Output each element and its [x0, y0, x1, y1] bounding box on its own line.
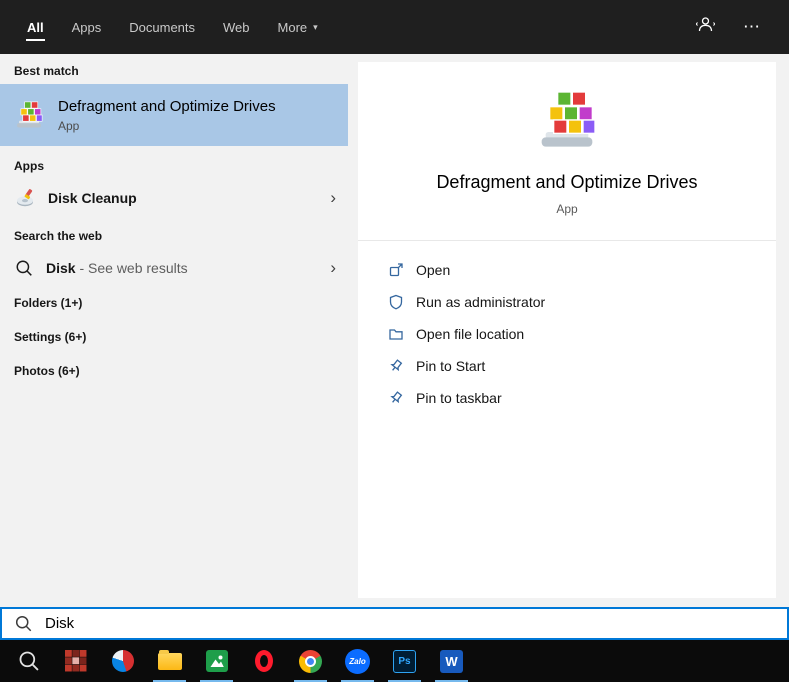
- taskbar-chrome[interactable]: [287, 640, 334, 682]
- action-open-file-location-label: Open file location: [416, 326, 524, 342]
- best-match-result[interactable]: Defragment and Optimize Drives App: [0, 84, 348, 146]
- action-pin-to-start-label: Pin to Start: [416, 358, 485, 374]
- tab-web-label: Web: [223, 20, 250, 35]
- search-icon: [15, 259, 33, 277]
- windows-search-flyout: All Apps Documents Web More ▾: [0, 0, 789, 682]
- photo-viewer-icon: [206, 650, 228, 672]
- action-open-file-location[interactable]: Open file location: [388, 318, 776, 350]
- action-list: Open Run as administrator Open file loca…: [358, 241, 776, 414]
- chevron-right-icon[interactable]: ›: [330, 189, 336, 206]
- tab-all[interactable]: All: [13, 0, 58, 54]
- pin-icon: [388, 390, 404, 406]
- search-filter-bar: All Apps Documents Web More ▾: [0, 0, 789, 54]
- search-results-panel: Best match Defragment and Optimize Drive…: [0, 54, 348, 607]
- tab-documents-label: Documents: [129, 20, 195, 35]
- taskbar-photo-viewer[interactable]: [193, 640, 240, 682]
- action-pin-to-start[interactable]: Pin to Start: [388, 350, 776, 382]
- web-search-rest: - See web results: [76, 260, 188, 276]
- search-input[interactable]: [45, 615, 774, 632]
- filter-tabs: All Apps Documents Web More ▾: [0, 0, 332, 54]
- taskbar-search-button[interactable]: [5, 640, 52, 682]
- web-section-header: Search the web: [0, 216, 348, 249]
- web-search-label: Disk - See web results: [46, 260, 188, 276]
- taskbar: Zalo Ps W: [0, 640, 789, 682]
- taskbar-file-explorer[interactable]: [146, 640, 193, 682]
- taskbar-photoshop[interactable]: Ps: [381, 640, 428, 682]
- chevron-right-icon[interactable]: ›: [330, 259, 336, 276]
- category-folders[interactable]: Folders (1+): [0, 286, 348, 320]
- web-search-query: Disk: [46, 260, 76, 276]
- pin-icon: [388, 358, 404, 374]
- taskbar-media-app[interactable]: [99, 640, 146, 682]
- best-match-text: Defragment and Optimize Drives App: [58, 98, 276, 133]
- result-disk-cleanup[interactable]: Disk Cleanup ›: [0, 179, 348, 216]
- admin-shield-icon: [388, 294, 404, 310]
- tab-more-label: More: [278, 20, 308, 35]
- action-run-as-admin[interactable]: Run as administrator: [388, 286, 776, 318]
- taskbar-app-mosaic[interactable]: [52, 640, 99, 682]
- open-icon: [388, 262, 404, 278]
- user-account-icon[interactable]: [696, 15, 715, 39]
- media-app-icon: [112, 650, 134, 672]
- tab-all-label: All: [27, 20, 44, 35]
- action-pin-to-taskbar-label: Pin to taskbar: [416, 390, 502, 406]
- more-options-icon[interactable]: ⋯: [743, 17, 761, 37]
- preview-title: Defragment and Optimize Drives: [436, 172, 697, 193]
- tab-web[interactable]: Web: [209, 0, 264, 54]
- tab-apps[interactable]: Apps: [58, 0, 116, 54]
- zalo-icon: Zalo: [345, 649, 370, 674]
- tab-apps-label: Apps: [72, 20, 102, 35]
- defrag-app-icon-large: [535, 88, 599, 152]
- disk-cleanup-label: Disk Cleanup: [48, 190, 137, 206]
- defrag-app-icon: [14, 100, 44, 130]
- category-photos[interactable]: Photos (6+): [0, 354, 348, 388]
- best-match-header: Best match: [0, 54, 348, 84]
- chrome-icon: [299, 650, 322, 673]
- taskbar-word[interactable]: W: [428, 640, 475, 682]
- action-pin-to-taskbar[interactable]: Pin to taskbar: [388, 382, 776, 414]
- preview-subtitle: App: [556, 202, 577, 216]
- folder-location-icon: [388, 326, 404, 342]
- topbar-actions: ⋯: [696, 0, 789, 54]
- mosaic-app-icon: [65, 650, 87, 672]
- file-explorer-icon: [158, 653, 182, 670]
- search-box: [0, 607, 789, 640]
- opera-icon: [255, 650, 273, 672]
- word-icon: W: [440, 650, 463, 673]
- result-preview-pane: Defragment and Optimize Drives App Open …: [358, 62, 776, 598]
- chevron-down-icon: ▾: [313, 22, 318, 33]
- disk-cleanup-icon: [15, 188, 35, 208]
- photoshop-icon: Ps: [393, 650, 416, 673]
- tab-more[interactable]: More ▾: [264, 0, 332, 54]
- taskbar-opera[interactable]: [240, 640, 287, 682]
- taskbar-zalo[interactable]: Zalo: [334, 640, 381, 682]
- action-open[interactable]: Open: [388, 254, 776, 286]
- apps-section-header: Apps: [0, 146, 348, 179]
- best-match-title: Defragment and Optimize Drives: [58, 98, 276, 115]
- result-web-search[interactable]: Disk - See web results ›: [0, 249, 348, 286]
- action-open-label: Open: [416, 262, 450, 278]
- category-settings[interactable]: Settings (6+): [0, 320, 348, 354]
- search-icon: [15, 615, 32, 632]
- search-icon: [18, 650, 40, 672]
- tab-documents[interactable]: Documents: [115, 0, 209, 54]
- best-match-subtitle: App: [58, 119, 276, 133]
- action-run-as-admin-label: Run as administrator: [416, 294, 545, 310]
